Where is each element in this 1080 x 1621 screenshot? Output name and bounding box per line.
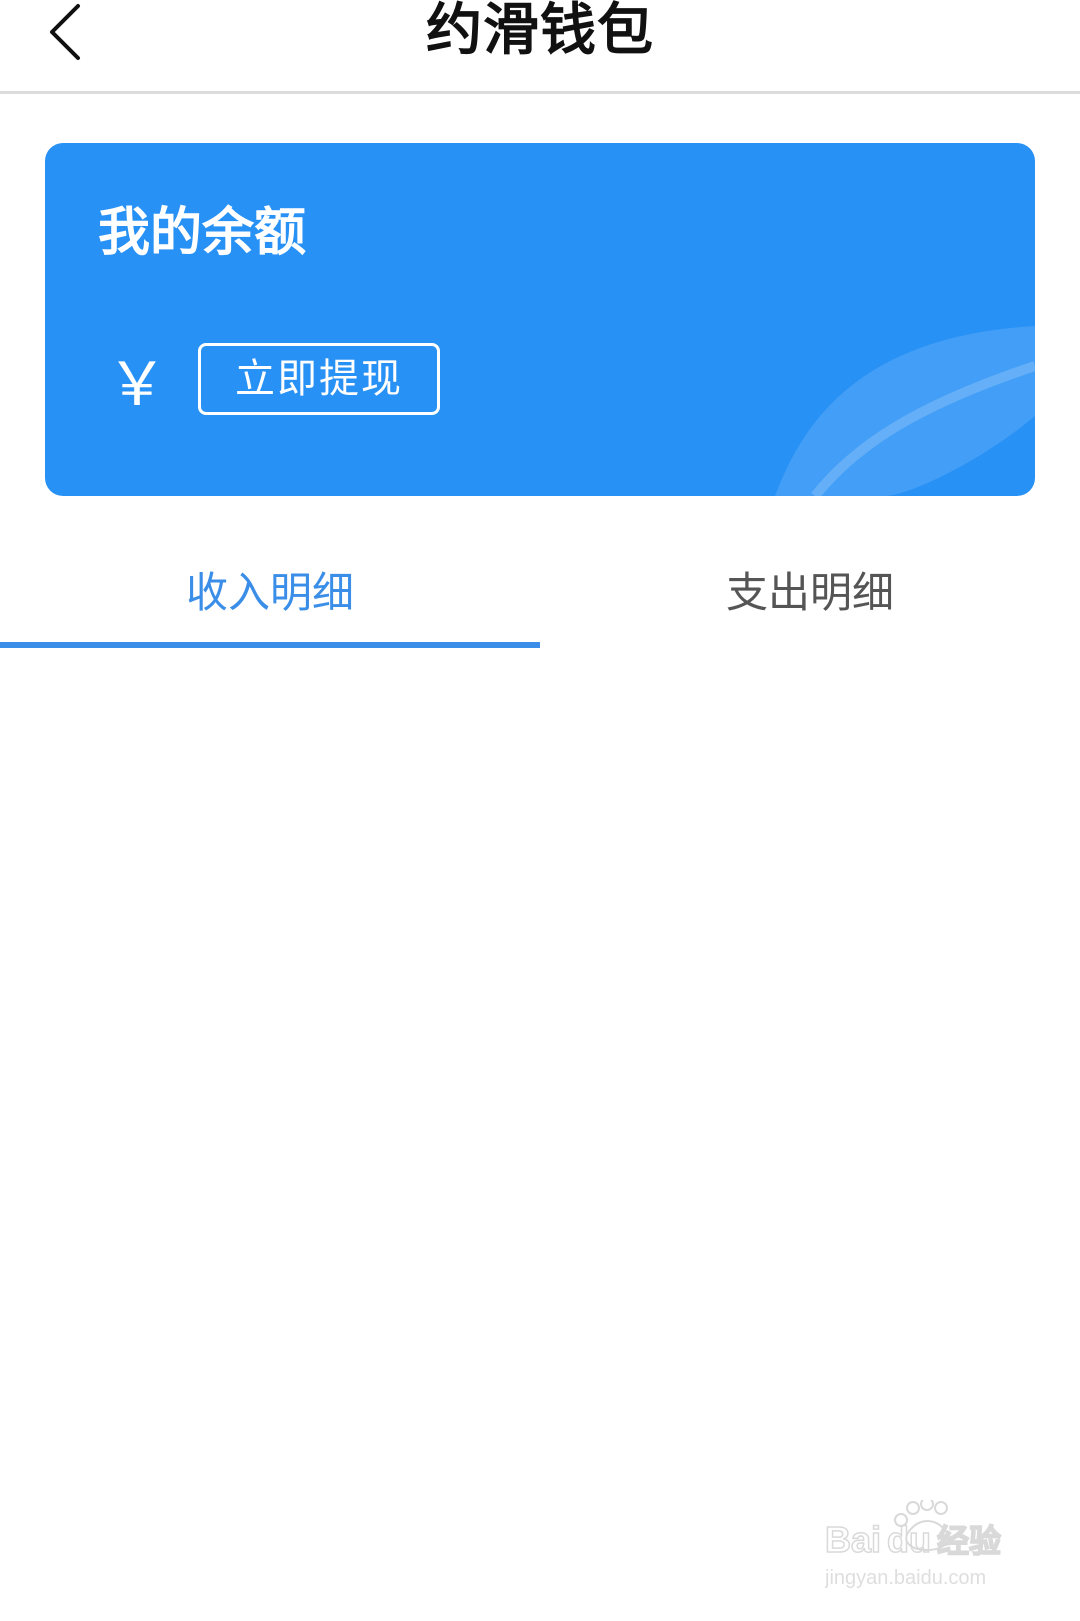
tab-expense-label: 支出明细 (725, 568, 894, 617)
svg-text:Bai: Bai (825, 1519, 881, 1560)
details-list-area (0, 648, 1080, 1621)
svg-text:du: du (887, 1519, 931, 1560)
balance-title: 我的余额 (98, 203, 307, 263)
page-title: 约滑钱包 (426, 0, 654, 63)
tab-income-details[interactable]: 收入明细 (0, 548, 540, 648)
svg-text:jingyan.baidu.com: jingyan.baidu.com (825, 1567, 986, 1589)
baidu-jingyan-watermark: Bai du 经验 jingyan.baidu.com (825, 1500, 1002, 1589)
app-header: 约滑钱包 (0, 0, 1080, 94)
svg-text:经验: 经验 (937, 1522, 1001, 1560)
card-decoration (775, 326, 1035, 496)
detail-tabs: 收入明细 支出明细 (0, 548, 1080, 648)
withdraw-button[interactable]: 立即提现 (198, 343, 440, 415)
currency-symbol: ￥ (107, 350, 167, 420)
tab-income-label: 收入明细 (185, 568, 354, 617)
tab-expense-details[interactable]: 支出明细 (540, 548, 1080, 648)
balance-card: 我的余额 ￥ 立即提现 (45, 143, 1035, 496)
